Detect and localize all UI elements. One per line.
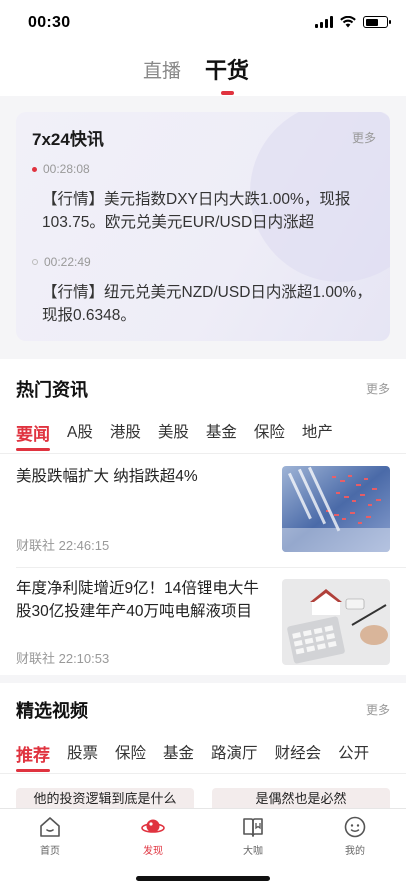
divider <box>16 567 406 568</box>
flash-section: 7x24快讯 更多 00:28:08 【行情】美元指数DXY日内大跌1.00%，… <box>0 96 406 358</box>
hot-news-title: 热门资讯 <box>16 380 88 400</box>
tab-roadshow[interactable]: 路演厅 <box>211 741 258 766</box>
status-bar: 00:30 <box>0 0 406 46</box>
tab-insurance[interactable]: 保险 <box>115 741 146 766</box>
flash-item-time: 00:22:49 <box>44 255 91 269</box>
book-icon <box>243 818 263 837</box>
stock-board-image <box>282 466 390 552</box>
status-icons <box>315 16 391 28</box>
article-source: 财联社 22:46:15 <box>16 538 110 553</box>
article-thumbnail <box>282 579 390 665</box>
hot-news-more-link[interactable]: 更多 <box>366 380 390 397</box>
divider <box>0 453 406 454</box>
wifi-icon <box>340 16 356 28</box>
profile-icon <box>344 816 366 838</box>
tab-home[interactable]: 首页 <box>20 815 80 857</box>
top-tabs: 直播 干货 <box>0 46 406 96</box>
tab-label: 发现 <box>143 846 163 857</box>
tab-funds[interactable]: 基金 <box>206 420 237 445</box>
article-title: 美股跌幅扩大 纳指跌超4% <box>16 468 198 485</box>
video-section: 精选视频 更多 推荐 股票 保险 基金 路演厅 财经会 公开 他的投资逻辑到底是… <box>0 683 406 808</box>
flash-title: 7x24快讯 <box>32 130 104 149</box>
hot-news-section: 热门资讯 更多 要闻 A股 港股 美股 基金 保险 地产 美股跌幅扩大 纳指跌超… <box>0 359 406 675</box>
divider <box>0 773 406 774</box>
tab-insights[interactable]: 干货 <box>205 53 249 85</box>
discover-icon <box>141 819 165 833</box>
tab-open-class[interactable]: 公开 <box>338 741 369 766</box>
article-source: 财联社 22:10:53 <box>16 651 110 666</box>
tab-hk-stocks[interactable]: 港股 <box>110 420 141 445</box>
hot-news-tabs: 要闻 A股 港股 美股 基金 保险 地产 <box>16 420 350 451</box>
tab-live[interactable]: 直播 <box>143 56 181 83</box>
flash-more-link[interactable]: 更多 <box>352 129 376 146</box>
tab-finance-meeting[interactable]: 财经会 <box>275 741 322 766</box>
video-tabs: 推荐 股票 保险 基金 路演厅 财经会 公开 <box>16 741 386 772</box>
home-indicator <box>136 876 270 881</box>
video-card[interactable]: 是偶然也是必然 <box>212 788 390 808</box>
tab-label: 大咖 <box>243 846 263 857</box>
battery-icon <box>363 16 391 28</box>
flash-item-text: 【行情】纽元兑美元NZD/USD日内涨超1.00%，现报0.6348。 <box>42 284 372 324</box>
tab-funds[interactable]: 基金 <box>163 741 194 766</box>
flash-item-text: 【行情】美元指数DXY日内大跌1.00%，现报103.75。欧元兑美元EUR/U… <box>42 191 351 231</box>
home-icon <box>40 817 60 837</box>
tab-insurance[interactable]: 保险 <box>254 420 285 445</box>
tab-real-estate[interactable]: 地产 <box>302 420 333 445</box>
tab-headlines[interactable]: 要闻 <box>16 420 50 451</box>
tab-stocks[interactable]: 股票 <box>67 741 98 766</box>
tab-experts[interactable]: 大咖 <box>223 815 283 857</box>
timeline-dot-icon <box>32 166 37 172</box>
tab-label: 我的 <box>345 846 365 857</box>
tab-a-shares[interactable]: A股 <box>67 420 93 445</box>
signal-icon <box>315 16 333 28</box>
flash-card[interactable]: 7x24快讯 更多 00:28:08 【行情】美元指数DXY日内大跌1.00%，… <box>16 112 390 341</box>
video-section-title: 精选视频 <box>16 701 88 721</box>
tab-us-stocks[interactable]: 美股 <box>158 420 189 445</box>
tab-indicator <box>221 91 234 95</box>
article-item[interactable]: 年度净利陡增近9亿！14倍锂电大牛股30亿投建年产40万吨电解液项目 财联社 2… <box>16 577 390 669</box>
article-title: 年度净利陡增近9亿！14倍锂电大牛股30亿投建年产40万吨电解液项目 <box>16 580 259 620</box>
tab-profile[interactable]: 我的 <box>325 815 385 857</box>
calculator-house-image <box>282 579 390 665</box>
article-thumbnail <box>282 466 390 552</box>
flash-item[interactable]: 00:28:08 【行情】美元指数DXY日内大跌1.00%，现报103.75。欧… <box>32 162 374 234</box>
tab-label: 首页 <box>40 846 60 857</box>
tab-recommended[interactable]: 推荐 <box>16 741 50 772</box>
video-more-link[interactable]: 更多 <box>366 701 390 718</box>
video-cards: 他的投资逻辑到底是什么 是偶然也是必然 <box>16 788 390 808</box>
tab-discover[interactable]: 发现 <box>123 815 183 857</box>
flash-item-time: 00:28:08 <box>43 162 90 176</box>
status-time: 00:30 <box>28 14 71 31</box>
flash-item[interactable]: 00:22:49 【行情】纽元兑美元NZD/USD日内涨超1.00%，现报0.6… <box>32 255 374 327</box>
timeline-dot-icon <box>32 259 38 265</box>
video-card[interactable]: 他的投资逻辑到底是什么 <box>16 788 194 808</box>
article-item[interactable]: 美股跌幅扩大 纳指跌超4% 财联社 22:46:15 <box>16 465 390 555</box>
